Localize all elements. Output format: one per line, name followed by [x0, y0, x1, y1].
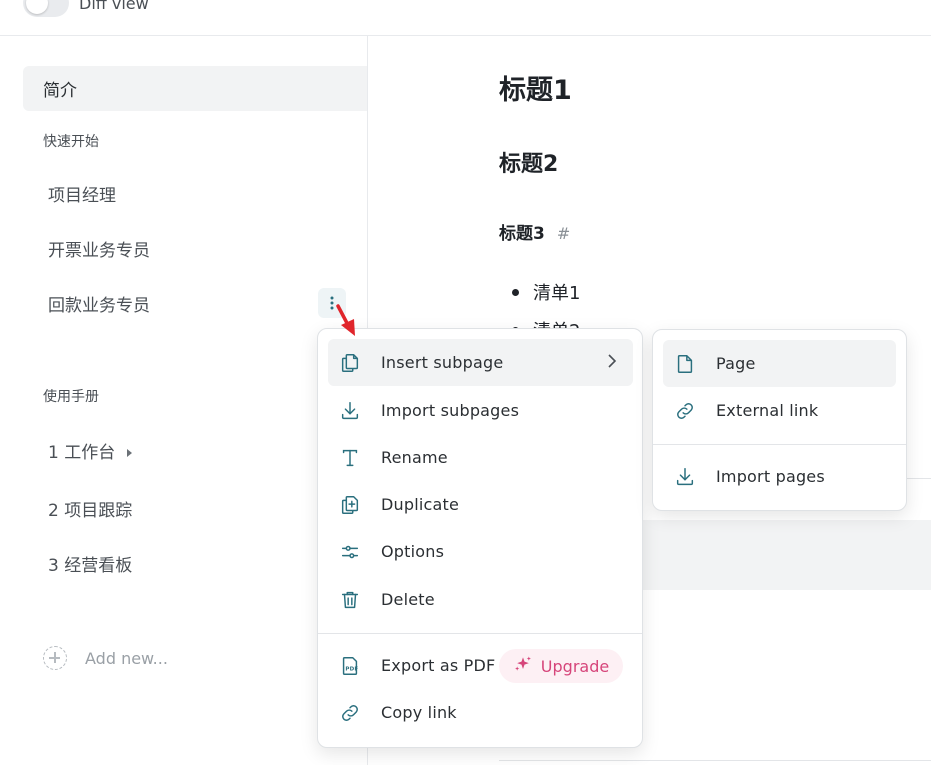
diff-view-toggle[interactable]	[23, 0, 69, 17]
sidebar-item-invoicing-specialist[interactable]: 开票业务专员	[48, 236, 150, 261]
add-new-label: Add new...	[85, 648, 168, 668]
sidebar-item-project-tracking[interactable]: 2 项目跟踪	[48, 496, 132, 521]
sidebar-item-workbench[interactable]: 1 工作台	[48, 438, 133, 463]
menu-item-duplicate[interactable]: Duplicate	[328, 481, 633, 528]
caret-right-icon[interactable]	[127, 449, 133, 457]
svg-text:PDF: PDF	[345, 666, 358, 672]
upgrade-button[interactable]: Upgrade	[499, 649, 623, 683]
section-title-quickstart: 快速开始	[43, 134, 99, 150]
pages-icon	[328, 352, 372, 374]
menu-item-label: Export as PDF	[381, 656, 496, 675]
list-item: 清单1	[511, 279, 581, 305]
duplicate-icon	[328, 494, 372, 516]
submenu-item-external-link[interactable]: External link	[663, 387, 896, 434]
sparkle-icon	[513, 654, 533, 678]
menu-item-label: Import subpages	[381, 401, 520, 420]
annotation-arrow-icon	[336, 304, 355, 336]
submenu-item-label: Page	[716, 354, 756, 373]
menu-item-import-subpages[interactable]: Import subpages	[328, 387, 633, 434]
add-new-button[interactable]: Add new...	[43, 646, 168, 670]
submenu-item-label: External link	[716, 401, 819, 420]
add-icon	[43, 646, 67, 670]
text-icon	[328, 447, 372, 469]
heading-3: 标题3 #	[499, 219, 570, 244]
page-icon	[663, 353, 707, 375]
heading-3-text: 标题3	[499, 224, 545, 244]
menu-item-insert-subpage[interactable]: Insert subpage	[328, 339, 633, 386]
divider	[499, 760, 931, 761]
anchor-link[interactable]: #	[557, 224, 570, 243]
link-icon	[328, 702, 372, 724]
section-title-manual: 使用手册	[43, 389, 99, 405]
menu-item-delete[interactable]: Delete	[328, 576, 633, 623]
menu-item-label: Delete	[381, 590, 435, 609]
sidebar-item-business-board[interactable]: 3 经营看板	[48, 551, 132, 576]
menu-item-label: Insert subpage	[381, 353, 504, 372]
menu-item-export-pdf[interactable]: PDF Export as PDF	[328, 642, 503, 689]
toggle-knob	[26, 0, 48, 14]
sidebar-item-label: 1 工作台	[48, 443, 116, 463]
heading-2: 标题2	[499, 152, 559, 177]
heading-1: 标题1	[499, 75, 572, 106]
trash-icon	[328, 589, 372, 611]
menu-item-label: Rename	[381, 448, 448, 467]
upgrade-label: Upgrade	[540, 656, 610, 676]
top-bar: Diff view	[0, 0, 931, 36]
sidebar-item-intro[interactable]: 简介	[23, 66, 367, 111]
menu-item-rename[interactable]: Rename	[328, 434, 633, 481]
menu-divider	[653, 444, 906, 445]
submenu-item-label: Import pages	[716, 467, 825, 486]
submenu-item-import-pages[interactable]: Import pages	[663, 453, 896, 500]
sidebar-item-collection-specialist[interactable]: 回款业务专员	[48, 291, 150, 316]
link-icon	[663, 400, 707, 422]
download-icon	[328, 400, 372, 422]
chevron-right-icon	[607, 353, 617, 373]
sidebar: 简介 快速开始 项目经理 开票业务专员 回款业务专员 使用手册 1 工作台 2 …	[0, 36, 368, 765]
list-item-text: 清单1	[533, 283, 581, 304]
menu-item-label: Duplicate	[381, 495, 460, 514]
menu-divider	[318, 633, 642, 634]
menu-item-copy-link[interactable]: Copy link	[328, 689, 633, 736]
sidebar-item-project-manager[interactable]: 项目经理	[48, 181, 116, 206]
menu-item-options[interactable]: Options	[328, 528, 633, 575]
submenu-item-page[interactable]: Page	[663, 340, 896, 387]
insert-subpage-submenu: Page External link Import pages	[652, 329, 907, 511]
menu-item-label: Options	[381, 542, 445, 561]
download-icon	[663, 466, 707, 488]
sliders-icon	[328, 541, 372, 563]
diff-view-label: Diff view	[79, 0, 149, 13]
menu-item-label: Copy link	[381, 703, 457, 722]
pdf-icon: PDF	[328, 655, 372, 677]
context-menu: Insert subpage Import subpages Rename Du…	[317, 328, 643, 748]
